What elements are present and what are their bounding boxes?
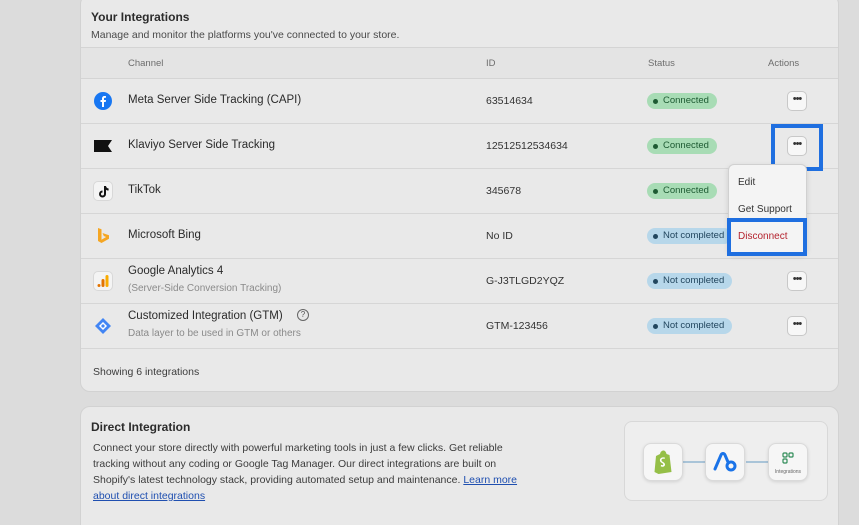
- channel-name: Customized Integration (GTM): [128, 310, 283, 322]
- table-row: Google Analytics 4 (Server-Side Conversi…: [81, 259, 838, 304]
- actions-menu-button[interactable]: •••: [787, 316, 807, 336]
- status-badge: Connected: [647, 93, 717, 109]
- channel-id: GTM-123456: [486, 320, 548, 332]
- direct-description: Connect your store directly with powerfu…: [93, 440, 533, 504]
- highlight-disconnect: [727, 218, 807, 256]
- channel-subtitle: Data layer to be used in GTM or others: [128, 328, 301, 339]
- table-row: Customized Integration (GTM) ? Data laye…: [81, 304, 838, 349]
- channel-name: Meta Server Side Tracking (CAPI): [128, 94, 302, 106]
- connector-line: [683, 461, 705, 463]
- bing-icon: [93, 226, 113, 246]
- channel-id: G-J3TLGD2YQZ: [486, 275, 565, 287]
- actions-menu-button[interactable]: •••: [787, 271, 807, 291]
- menu-item-edit[interactable]: Edit: [738, 177, 755, 188]
- table-row: Microsoft Bing No ID Not completed: [81, 214, 838, 259]
- channel-id: 12512512534634: [486, 140, 568, 152]
- shopify-icon: [643, 443, 683, 481]
- channel-name: TikTok: [128, 184, 161, 196]
- integrations-icon: Integrations: [768, 443, 808, 481]
- table-row: Meta Server Side Tracking (CAPI) 6351463…: [81, 79, 838, 124]
- status-badge: Connected: [647, 138, 717, 154]
- direct-body: Connect your store directly with powerfu…: [93, 442, 503, 486]
- integrations-tile-label: Integrations: [774, 469, 802, 475]
- status-badge: Not completed: [647, 228, 733, 244]
- table-header: Channel ID Status Actions: [81, 47, 838, 79]
- google-analytics-icon: [93, 271, 113, 291]
- channel-id: 63514634: [486, 95, 533, 107]
- column-channel: Channel: [128, 58, 164, 69]
- tiktok-icon: [93, 181, 113, 201]
- status-badge: Connected: [647, 183, 717, 199]
- status-badge: Not completed: [647, 273, 733, 289]
- channel-name: Klaviyo Server Side Tracking: [128, 139, 276, 151]
- column-actions: Actions: [768, 58, 800, 69]
- help-icon[interactable]: ?: [297, 309, 309, 321]
- integrations-count: Showing 6 integrations: [93, 366, 200, 378]
- menu-item-get-support[interactable]: Get Support: [738, 204, 792, 215]
- status-badge: Not completed: [647, 318, 733, 334]
- integration-diagram: Integrations: [624, 421, 828, 501]
- actions-menu-button[interactable]: •••: [787, 91, 807, 111]
- column-status: Status: [648, 58, 675, 69]
- channel-id: 345678: [486, 185, 522, 197]
- channel-name: Microsoft Bing: [128, 229, 201, 241]
- table-row: TikTok 345678 Connected: [81, 169, 838, 214]
- gtm-icon: [93, 316, 113, 336]
- channel-name: Google Analytics 4: [128, 265, 224, 277]
- channel-subtitle: (Server-Side Conversion Tracking): [128, 283, 282, 294]
- integrations-subtitle: Manage and monitor the platforms you've …: [91, 29, 400, 41]
- column-id: ID: [486, 58, 496, 69]
- integrations-card: Your Integrations Manage and monitor the…: [80, 0, 839, 392]
- direct-integration-card: Direct Integration Connect your store di…: [80, 406, 839, 525]
- integrations-title: Your Integrations: [91, 10, 190, 24]
- table-row: Klaviyo Server Side Tracking 12512512534…: [81, 124, 838, 169]
- app-logo-icon: [705, 443, 745, 481]
- klaviyo-icon: [93, 136, 113, 156]
- channel-id: No ID: [486, 230, 513, 242]
- direct-title: Direct Integration: [91, 420, 191, 434]
- connector-line: [746, 461, 768, 463]
- facebook-icon: [93, 91, 113, 111]
